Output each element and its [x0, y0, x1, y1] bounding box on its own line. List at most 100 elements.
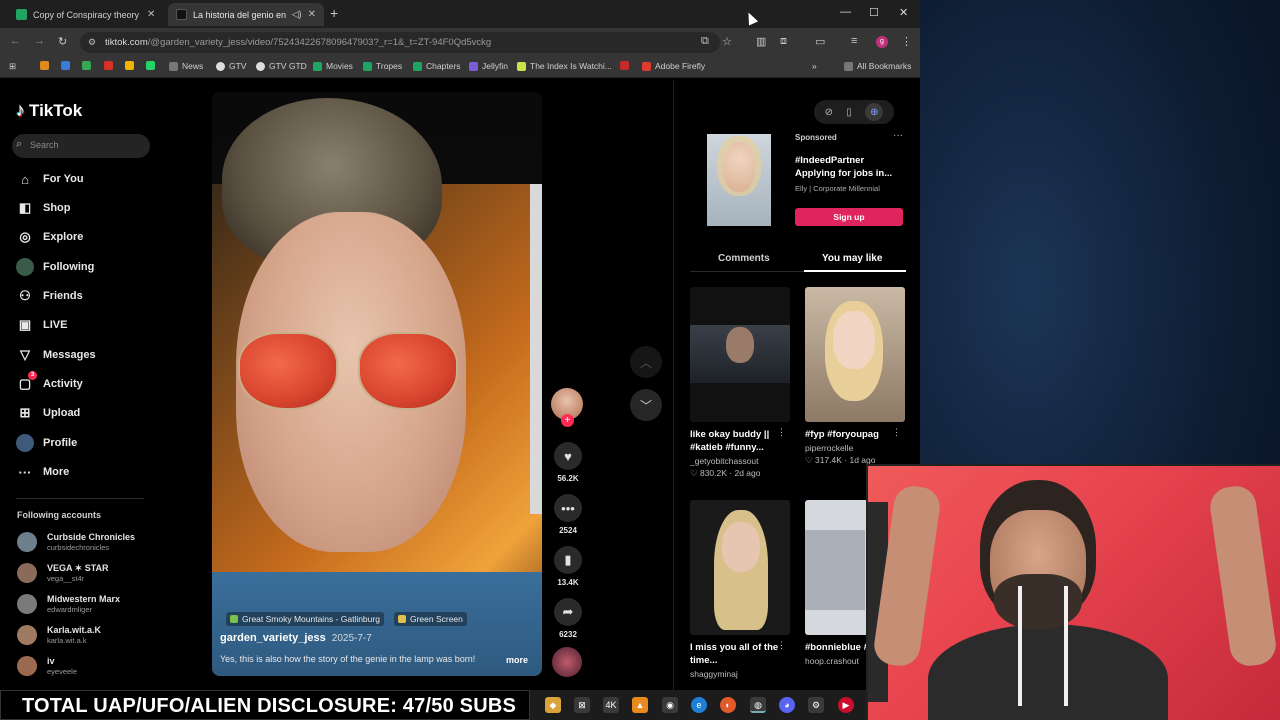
globe-icon[interactable]: ⊕ [865, 103, 884, 121]
firefox-icon[interactable]: ◐ [720, 697, 736, 713]
maximize-icon[interactable]: ☐ [869, 6, 879, 19]
gmail-icon[interactable] [104, 61, 117, 70]
phone-icon[interactable]: ▯ [846, 107, 852, 118]
like-button[interactable]: ♥ 56.2K [552, 442, 584, 483]
previous-video-button[interactable]: ︿ [630, 346, 662, 378]
cast-icon[interactable]: ⧉ [701, 35, 709, 48]
taskbar-app-icon[interactable]: ◆ [545, 697, 561, 713]
more-bookmarks-icon[interactable]: » [812, 61, 817, 71]
nav-more[interactable]: ··· More [16, 463, 70, 481]
bookmark-favicon-icon[interactable] [61, 61, 74, 70]
card-options-icon[interactable]: ⋮ [777, 427, 786, 438]
bookmark-chapters[interactable]: Chapters [413, 61, 461, 71]
bookmark-jellyfin[interactable]: Jellyfin [469, 61, 508, 71]
apps-grid-icon[interactable]: ⊞ [9, 61, 16, 72]
video-author[interactable]: garden_variety_jess 2025-7-7 [220, 632, 372, 644]
extension-trash-icon[interactable]: ▥ [756, 35, 766, 48]
bookmark-favicon-icon[interactable] [40, 61, 53, 70]
bookmark-news[interactable]: News [169, 61, 203, 71]
nav-explore[interactable]: ◎ Explore [16, 228, 83, 246]
comment-button[interactable]: ••• 2524 [552, 494, 584, 535]
bookmark-adobe-firefly[interactable]: Adobe Firefly [642, 61, 705, 71]
tiktok-logo[interactable]: ♪ TikTok [16, 100, 82, 121]
profile-avatar[interactable]: g [876, 36, 888, 48]
bookmark-favicon-icon[interactable] [82, 61, 95, 70]
taskbar-app-icon[interactable]: ◉ [662, 697, 678, 713]
vlc-icon[interactable]: ▲ [632, 697, 648, 713]
nav-messages[interactable]: ▽ Messages [16, 346, 96, 364]
browser-tab-1[interactable]: Copy of Conspiracy theory / tro ✕ [8, 3, 164, 26]
search-input[interactable]: ⌕ Search [12, 134, 150, 158]
bookmark-tropes[interactable]: Tropes [363, 61, 402, 71]
location-tag[interactable]: Great Smoky Mountains - Gatlinburg [226, 612, 384, 626]
forward-icon[interactable]: → [34, 35, 45, 47]
save-button[interactable]: ▮ 13.4K [552, 546, 584, 587]
recommended-video-card[interactable]: #fyp #foryoupag ⋮ piperrockelle ♡ 317.4K… [805, 287, 905, 466]
close-tab-icon[interactable]: ✕ [308, 9, 316, 20]
card-options-icon[interactable]: ⋮ [777, 640, 786, 651]
bookmark-gtv-gtd[interactable]: GTV GTD [256, 61, 307, 71]
bookmark-label: Adobe Firefly [655, 61, 706, 71]
following-account[interactable]: Curbside Chronicles curbsidechronicles [17, 532, 135, 552]
new-tab-icon[interactable]: + [330, 5, 338, 21]
following-account[interactable]: iv eyeveele [17, 656, 77, 676]
reload-icon[interactable]: ↻ [58, 35, 67, 48]
nav-profile[interactable]: Profile [16, 434, 77, 452]
nav-friends[interactable]: ⚇ Friends [16, 287, 83, 305]
following-account[interactable]: VEGA ✶ STAR vega__st4r [17, 563, 109, 583]
bookmark-star-icon[interactable]: ☆ [722, 35, 732, 48]
ad-options-icon[interactable]: ··· [893, 130, 903, 141]
site-info-icon[interactable]: ⚙ [88, 37, 96, 48]
share-button[interactable]: ➦ 6232 [552, 598, 584, 639]
back-icon[interactable]: ← [10, 35, 21, 47]
following-account[interactable]: Midwestern Marx edwardmliger [17, 594, 120, 614]
bookmark-favicon-icon[interactable] [146, 61, 159, 70]
bookmark-movies[interactable]: Movies [313, 61, 353, 71]
media-control-icon[interactable]: ≡ [851, 35, 857, 47]
sponsored-ad[interactable]: Sponsored ··· #IndeedPartner Applying fo… [690, 130, 906, 230]
sign-up-button[interactable]: Sign up [795, 208, 903, 226]
browser-tab-2[interactable]: La historia del genio en la l ◁) ✕ [168, 3, 324, 26]
next-video-button[interactable]: ﹀ [630, 389, 662, 421]
compass-icon[interactable]: ⊘ [825, 107, 833, 118]
taskbar-app-icon[interactable]: ⚙ [808, 697, 824, 713]
nav-following[interactable]: Following [16, 258, 94, 276]
chrome-icon[interactable]: ◍ [750, 697, 766, 713]
minimize-icon[interactable]: — [840, 6, 851, 18]
bookmark-icon: ▮ [554, 546, 582, 574]
speaker-icon[interactable]: ◁) [292, 9, 302, 20]
taskbar-app-icon[interactable]: 4K [603, 697, 619, 713]
edge-icon[interactable]: e [691, 697, 707, 713]
nav-activity[interactable]: ▢ 3 Activity [16, 371, 83, 393]
bookmark-yt[interactable] [620, 61, 633, 70]
menu-kebab-icon[interactable]: ⋮ [901, 35, 912, 48]
bookmark-gtv[interactable]: GTV [216, 61, 246, 71]
taskbar-app-icon[interactable]: ▶ [838, 697, 854, 713]
nav-upload[interactable]: ⊞ Upload [16, 404, 81, 422]
nav-live[interactable]: ▣ LIVE [16, 316, 68, 334]
close-window-icon[interactable]: ✕ [899, 6, 908, 19]
bookmark-index[interactable]: The Index Is Watchi... [517, 61, 612, 71]
music-disc-icon[interactable] [552, 647, 582, 677]
address-bar[interactable]: ⚙ tiktok.com/@garden_variety_jess/video/… [80, 32, 720, 53]
nav-for-you[interactable]: ⌂ For You [16, 170, 83, 188]
extensions-icon[interactable]: ⧈ [780, 35, 787, 48]
following-account[interactable]: Karla.wit.a.K karla.wit.a.k [17, 625, 101, 645]
bookmark-favicon-icon[interactable] [125, 61, 138, 70]
effect-tag[interactable]: Green Screen [393, 612, 467, 626]
taskbar-app-icon[interactable]: ⊠ [574, 697, 590, 713]
tab-comments[interactable]: Comments [718, 253, 770, 264]
follow-plus-icon[interactable]: + [561, 414, 574, 427]
recommended-video-card[interactable]: like okay buddy || #katieb #funny... ⋮ _… [690, 287, 790, 479]
tab-you-may-like[interactable]: You may like [822, 253, 882, 264]
nav-shop[interactable]: ◧ Shop [16, 199, 71, 217]
card-options-icon[interactable]: ⋮ [892, 427, 901, 438]
recommended-video-card[interactable]: I miss you all of the time... ⋮ shaggymi… [690, 500, 790, 679]
all-bookmarks[interactable]: All Bookmarks [844, 61, 911, 71]
more-link[interactable]: more [506, 655, 528, 665]
video-player[interactable]: Great Smoky Mountains - Gatlinburg Green… [212, 92, 542, 676]
discord-icon[interactable]: ◕ [779, 697, 795, 713]
webcam-beard [994, 574, 1082, 630]
close-tab-icon[interactable]: ✕ [147, 9, 155, 20]
sidepanel-icon[interactable]: ▭ [815, 35, 825, 48]
